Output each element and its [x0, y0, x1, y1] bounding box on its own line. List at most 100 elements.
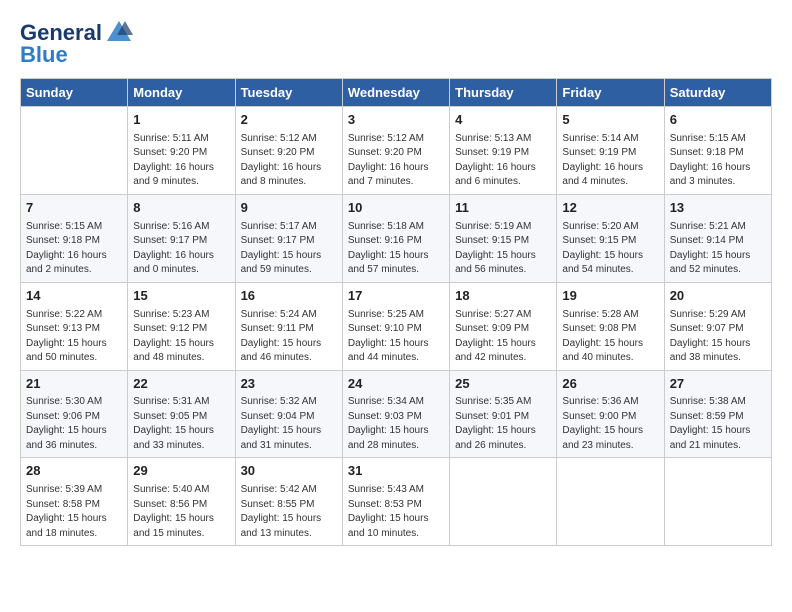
calendar-day-cell: 31Sunrise: 5:43 AMSunset: 8:53 PMDayligh…	[342, 458, 449, 546]
day-info-text: Sunset: 9:16 PM	[348, 234, 444, 249]
calendar-day-cell	[664, 458, 771, 546]
day-info-text: and 38 minutes.	[670, 351, 766, 366]
day-info-text: and 13 minutes.	[241, 527, 337, 542]
day-info-text: Sunset: 9:15 PM	[455, 234, 551, 249]
day-number: 2	[241, 111, 337, 130]
day-info-text: Daylight: 16 hours	[133, 249, 229, 264]
calendar-day-cell: 24Sunrise: 5:34 AMSunset: 9:03 PMDayligh…	[342, 370, 449, 458]
day-info-text: Sunset: 9:17 PM	[133, 234, 229, 249]
day-number: 15	[133, 287, 229, 306]
calendar-day-cell: 26Sunrise: 5:36 AMSunset: 9:00 PMDayligh…	[557, 370, 664, 458]
day-info-text: and 21 minutes.	[670, 439, 766, 454]
day-number: 21	[26, 375, 122, 394]
day-of-week-header: Saturday	[664, 79, 771, 107]
calendar-day-cell: 1Sunrise: 5:11 AMSunset: 9:20 PMDaylight…	[128, 107, 235, 195]
calendar-day-cell	[557, 458, 664, 546]
day-number: 27	[670, 375, 766, 394]
day-info-text: Daylight: 15 hours	[670, 337, 766, 352]
day-info-text: Sunset: 9:01 PM	[455, 410, 551, 425]
day-info-text: Sunrise: 5:20 AM	[562, 220, 658, 235]
day-info-text: Sunset: 8:53 PM	[348, 498, 444, 513]
day-number: 16	[241, 287, 337, 306]
day-info-text: Daylight: 15 hours	[670, 249, 766, 264]
day-number: 20	[670, 287, 766, 306]
day-info-text: Sunrise: 5:15 AM	[26, 220, 122, 235]
day-info-text: Daylight: 15 hours	[133, 424, 229, 439]
day-info-text: Daylight: 15 hours	[241, 337, 337, 352]
day-info-text: Sunset: 9:10 PM	[348, 322, 444, 337]
day-info-text: Daylight: 15 hours	[241, 512, 337, 527]
calendar-day-cell: 28Sunrise: 5:39 AMSunset: 8:58 PMDayligh…	[21, 458, 128, 546]
day-info-text: Sunrise: 5:32 AM	[241, 395, 337, 410]
day-number: 4	[455, 111, 551, 130]
calendar-table: SundayMondayTuesdayWednesdayThursdayFrid…	[20, 78, 772, 546]
page-header: General Blue	[20, 20, 772, 68]
calendar-week-row: 21Sunrise: 5:30 AMSunset: 9:06 PMDayligh…	[21, 370, 772, 458]
calendar-day-cell: 23Sunrise: 5:32 AMSunset: 9:04 PMDayligh…	[235, 370, 342, 458]
day-info-text: Sunrise: 5:35 AM	[455, 395, 551, 410]
calendar-day-cell: 27Sunrise: 5:38 AMSunset: 8:59 PMDayligh…	[664, 370, 771, 458]
day-info-text: Daylight: 15 hours	[133, 337, 229, 352]
day-info-text: Sunrise: 5:30 AM	[26, 395, 122, 410]
day-number: 25	[455, 375, 551, 394]
calendar-day-cell: 15Sunrise: 5:23 AMSunset: 9:12 PMDayligh…	[128, 282, 235, 370]
day-info-text: Daylight: 16 hours	[670, 161, 766, 176]
day-number: 1	[133, 111, 229, 130]
day-info-text: Daylight: 15 hours	[455, 337, 551, 352]
day-number: 31	[348, 462, 444, 481]
day-number: 6	[670, 111, 766, 130]
calendar-week-row: 1Sunrise: 5:11 AMSunset: 9:20 PMDaylight…	[21, 107, 772, 195]
calendar-day-cell: 13Sunrise: 5:21 AMSunset: 9:14 PMDayligh…	[664, 194, 771, 282]
day-info-text: and 4 minutes.	[562, 175, 658, 190]
logo: General Blue	[20, 20, 133, 68]
calendar-day-cell: 30Sunrise: 5:42 AMSunset: 8:55 PMDayligh…	[235, 458, 342, 546]
day-info-text: Sunset: 8:56 PM	[133, 498, 229, 513]
day-info-text: Sunset: 9:19 PM	[562, 146, 658, 161]
day-info-text: Sunset: 9:07 PM	[670, 322, 766, 337]
calendar-day-cell: 7Sunrise: 5:15 AMSunset: 9:18 PMDaylight…	[21, 194, 128, 282]
day-info-text: Daylight: 15 hours	[562, 249, 658, 264]
day-number: 11	[455, 199, 551, 218]
calendar-day-cell: 22Sunrise: 5:31 AMSunset: 9:05 PMDayligh…	[128, 370, 235, 458]
calendar-day-cell: 3Sunrise: 5:12 AMSunset: 9:20 PMDaylight…	[342, 107, 449, 195]
day-info-text: and 7 minutes.	[348, 175, 444, 190]
day-info-text: and 54 minutes.	[562, 263, 658, 278]
day-info-text: and 9 minutes.	[133, 175, 229, 190]
day-number: 23	[241, 375, 337, 394]
day-info-text: and 46 minutes.	[241, 351, 337, 366]
day-info-text: Sunrise: 5:17 AM	[241, 220, 337, 235]
day-info-text: Sunset: 9:08 PM	[562, 322, 658, 337]
day-info-text: Sunrise: 5:24 AM	[241, 308, 337, 323]
day-info-text: and 40 minutes.	[562, 351, 658, 366]
calendar-week-row: 28Sunrise: 5:39 AMSunset: 8:58 PMDayligh…	[21, 458, 772, 546]
day-info-text: Sunrise: 5:34 AM	[348, 395, 444, 410]
day-number: 22	[133, 375, 229, 394]
day-number: 28	[26, 462, 122, 481]
calendar-day-cell: 8Sunrise: 5:16 AMSunset: 9:17 PMDaylight…	[128, 194, 235, 282]
day-info-text: and 48 minutes.	[133, 351, 229, 366]
day-number: 10	[348, 199, 444, 218]
day-info-text: Daylight: 15 hours	[26, 512, 122, 527]
day-info-text: and 2 minutes.	[26, 263, 122, 278]
day-info-text: and 50 minutes.	[26, 351, 122, 366]
day-info-text: and 44 minutes.	[348, 351, 444, 366]
day-of-week-header: Wednesday	[342, 79, 449, 107]
day-info-text: and 33 minutes.	[133, 439, 229, 454]
day-number: 17	[348, 287, 444, 306]
day-info-text: Sunrise: 5:13 AM	[455, 132, 551, 147]
day-info-text: Sunrise: 5:31 AM	[133, 395, 229, 410]
day-info-text: Daylight: 15 hours	[241, 424, 337, 439]
day-info-text: Sunset: 9:14 PM	[670, 234, 766, 249]
day-number: 13	[670, 199, 766, 218]
day-info-text: Daylight: 16 hours	[26, 249, 122, 264]
day-number: 18	[455, 287, 551, 306]
day-info-text: Sunrise: 5:11 AM	[133, 132, 229, 147]
day-info-text: Sunrise: 5:15 AM	[670, 132, 766, 147]
day-info-text: Sunrise: 5:40 AM	[133, 483, 229, 498]
day-info-text: Sunrise: 5:22 AM	[26, 308, 122, 323]
calendar-day-cell: 9Sunrise: 5:17 AMSunset: 9:17 PMDaylight…	[235, 194, 342, 282]
day-info-text: Sunrise: 5:25 AM	[348, 308, 444, 323]
day-info-text: Daylight: 16 hours	[241, 161, 337, 176]
day-info-text: Sunset: 9:17 PM	[241, 234, 337, 249]
calendar-day-cell: 11Sunrise: 5:19 AMSunset: 9:15 PMDayligh…	[450, 194, 557, 282]
